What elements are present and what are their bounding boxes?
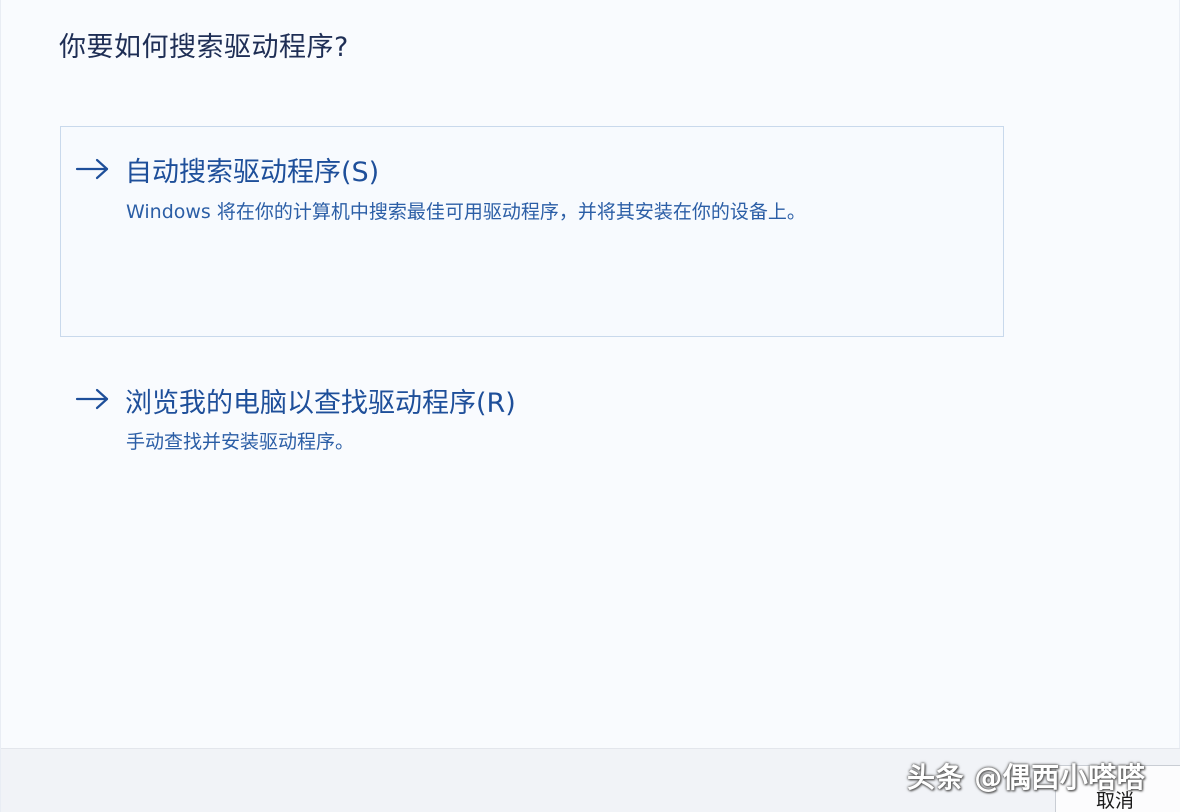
dialog-title: 你要如何搜索驱动程序?: [59, 32, 349, 63]
option-heading: 自动搜索驱动程序(S): [125, 157, 380, 188]
browse-my-computer-option[interactable]: 浏览我的电脑以查找驱动程序(R) 手动查找并安装驱动程序。: [60, 366, 1004, 466]
option-description: Windows 将在你的计算机中搜索最佳可用驱动程序，并将其安装在你的设备上。: [126, 201, 806, 223]
watermark: 头条 @偶西小嗒嗒: [907, 761, 1146, 794]
update-driver-dialog: 你要如何搜索驱动程序? 自动搜索驱动程序(S) Windows 将在你的计算机中…: [0, 0, 1180, 812]
option-heading: 浏览我的电脑以查找驱动程序(R): [125, 388, 516, 419]
search-automatically-option[interactable]: 自动搜索驱动程序(S) Windows 将在你的计算机中搜索最佳可用驱动程序，并…: [60, 126, 1004, 337]
arrow-right-icon: [75, 388, 109, 410]
option-description: 手动查找并安装驱动程序。: [126, 431, 355, 453]
arrow-right-icon: [75, 158, 109, 180]
